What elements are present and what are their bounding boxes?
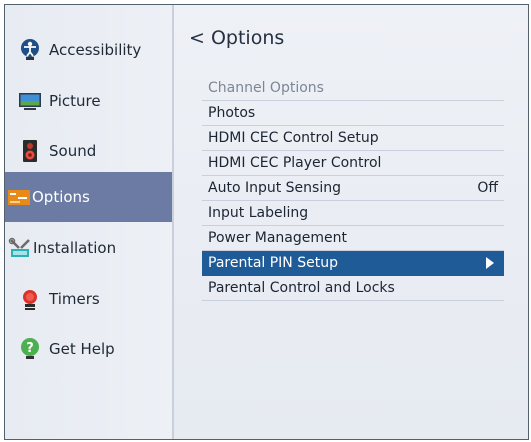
menu-item-label: HDMI CEC Player Control xyxy=(208,155,382,171)
sidebar-item-label: Timers xyxy=(49,290,100,308)
right-arrow-icon xyxy=(486,257,494,269)
settings-window: Accessibility Picture Sound Options Inst… xyxy=(4,4,529,440)
sidebar-item-label: Installation xyxy=(33,239,117,257)
sound-icon xyxy=(23,140,37,162)
menu-item-power-management[interactable]: Power Management xyxy=(202,226,504,251)
menu-item-hdmi-cec-player-control[interactable]: HDMI CEC Player Control xyxy=(202,151,504,176)
menu-item-parental-control-and-locks[interactable]: Parental Control and Locks xyxy=(202,276,504,301)
timers-icon xyxy=(23,290,37,310)
installation-icon xyxy=(8,237,30,257)
menu-item-label: Power Management xyxy=(208,230,348,246)
menu-item-label: Parental Control and Locks xyxy=(208,280,395,296)
sidebar-item-installation[interactable]: Installation xyxy=(5,223,172,273)
menu-item-label: Auto Input Sensing xyxy=(208,180,341,196)
menu-item-label: HDMI CEC Control Setup xyxy=(208,130,379,146)
back-button[interactable]: < Options xyxy=(189,27,284,49)
sidebar-item-get-help[interactable]: ? Get Help xyxy=(5,324,172,374)
menu-item-auto-input-sensing[interactable]: Auto Input Sensing Off xyxy=(202,176,504,201)
sidebar-item-label: Options xyxy=(32,188,90,206)
menu-item-value: Off xyxy=(477,180,498,196)
sidebar-item-label: Get Help xyxy=(49,340,115,358)
menu-item-label: Photos xyxy=(208,105,256,121)
get-help-icon: ? xyxy=(21,338,39,359)
accessibility-icon xyxy=(21,39,39,60)
sidebar-item-label: Picture xyxy=(49,92,101,110)
menu-item-parental-pin-setup[interactable]: Parental PIN Setup xyxy=(202,251,504,276)
picture-icon xyxy=(19,93,41,110)
menu-item-label: Parental PIN Setup xyxy=(208,255,338,271)
menu-item-label: Channel Options xyxy=(208,80,324,96)
sidebar-item-sound[interactable]: Sound xyxy=(5,126,172,176)
sidebar-item-accessibility[interactable]: Accessibility xyxy=(5,25,172,75)
options-panel: < Options Channel Options Photos HDMI CE… xyxy=(174,5,528,439)
sidebar-item-label: Sound xyxy=(49,142,97,160)
sidebar: Accessibility Picture Sound Options Inst… xyxy=(5,5,174,439)
options-icon xyxy=(8,190,30,205)
menu-item-channel-options: Channel Options xyxy=(202,76,504,101)
sidebar-item-label: Accessibility xyxy=(49,41,142,59)
menu-item-input-labeling[interactable]: Input Labeling xyxy=(202,201,504,226)
options-menu: Channel Options Photos HDMI CEC Control … xyxy=(202,76,504,301)
menu-item-hdmi-cec-control-setup[interactable]: HDMI CEC Control Setup xyxy=(202,126,504,151)
sidebar-item-timers[interactable]: Timers xyxy=(5,274,172,324)
svg-text:?: ? xyxy=(26,341,34,356)
menu-item-photos[interactable]: Photos xyxy=(202,101,504,126)
sidebar-item-options[interactable]: Options xyxy=(5,172,172,222)
sidebar-item-picture[interactable]: Picture xyxy=(5,76,172,126)
menu-item-label: Input Labeling xyxy=(208,205,309,221)
